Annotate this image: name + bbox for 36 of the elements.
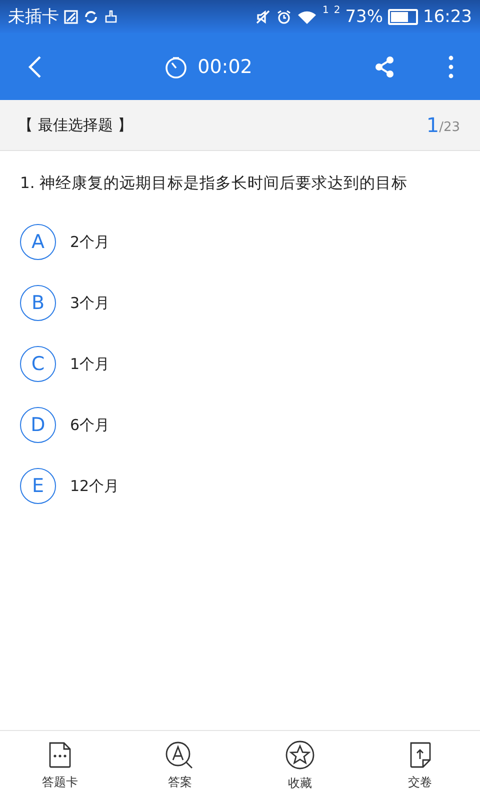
option-letter[interactable]: A: [20, 224, 56, 260]
back-icon: [28, 54, 42, 78]
no-sim-indicator: 1: [322, 5, 329, 16]
option-text[interactable]: 12个月: [70, 476, 120, 496]
section-title: 【 最佳选择题 】: [18, 116, 133, 134]
nav-button[interactable]: 交卷: [360, 731, 480, 800]
option-text[interactable]: 6个月: [70, 416, 110, 434]
nav-button[interactable]: 答案: [120, 731, 240, 800]
image-icon: [64, 10, 78, 24]
timer-text: 00:02: [198, 56, 252, 78]
question-text: 1. 神经康复的远期目标是指多长时间后要求达到的目标: [19, 173, 409, 194]
wifi-icon: [297, 8, 318, 24]
timer-icon: [164, 54, 188, 78]
question-total: /23: [439, 120, 460, 134]
option-letter[interactable]: B: [20, 285, 56, 321]
alarm-icon: [276, 8, 292, 24]
carrier-text: 未插卡: [8, 6, 59, 28]
option-text[interactable]: 3个月: [70, 294, 110, 312]
nav-button[interactable]: 收藏: [240, 731, 360, 800]
current-question-number: 1: [426, 113, 440, 137]
option-text[interactable]: 1个月: [70, 354, 110, 374]
nav-button[interactable]: 答题卡: [0, 731, 120, 800]
sync-icon: [83, 8, 99, 24]
battery-percent: 73%: [345, 6, 383, 26]
answer-search-icon: [165, 740, 195, 768]
no-sim-indicator: 2: [334, 5, 340, 16]
share-icon: [374, 54, 396, 78]
battery-icon: [388, 8, 418, 24]
option-letter[interactable]: D: [20, 407, 56, 443]
brush-icon: [104, 10, 118, 24]
option-letter[interactable]: C: [20, 346, 56, 382]
status-time: 16:23: [423, 6, 472, 26]
mute-icon: [255, 8, 272, 24]
option-text[interactable]: 2个月: [70, 232, 110, 252]
option-letter[interactable]: E: [20, 468, 56, 504]
more-icon: [448, 54, 454, 78]
